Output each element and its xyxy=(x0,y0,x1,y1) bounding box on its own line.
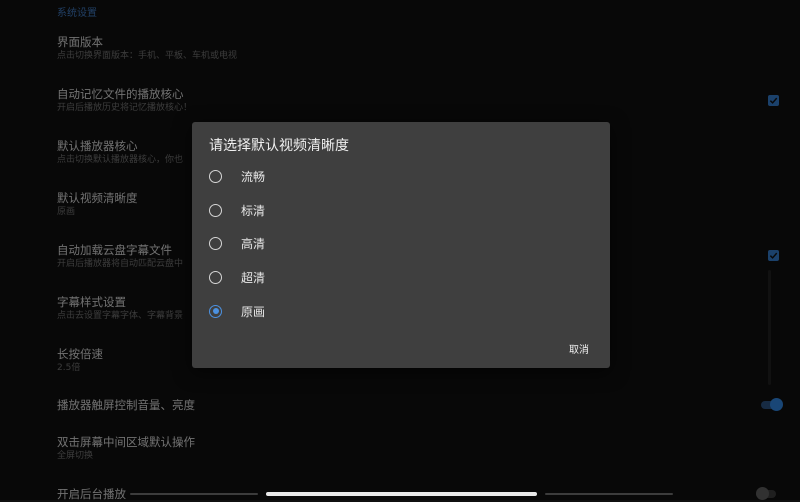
radio-button[interactable] xyxy=(209,236,222,250)
radio-button-selected[interactable] xyxy=(209,304,222,318)
option-label: 超清 xyxy=(241,270,266,285)
home-indicator[interactable] xyxy=(266,492,537,496)
quality-option-smooth[interactable]: 流畅 xyxy=(209,161,599,191)
dialog-title: 请选择默认视频清晰度 xyxy=(209,138,349,154)
option-label: 原画 xyxy=(241,304,266,319)
radio-button[interactable] xyxy=(209,270,222,284)
quality-dialog: 请选择默认视频清晰度 流畅 标清 高清 超清 原画 取消 xyxy=(192,122,610,368)
option-label: 高清 xyxy=(241,236,266,251)
quality-option-hd[interactable]: 高清 xyxy=(209,228,599,258)
option-label: 流畅 xyxy=(241,169,266,184)
cancel-button[interactable]: 取消 xyxy=(569,341,589,356)
quality-option-fhd[interactable]: 超清 xyxy=(209,262,599,292)
bottom-bar-left xyxy=(130,493,258,495)
option-label: 标清 xyxy=(241,203,266,218)
bottom-bar-right xyxy=(545,493,673,495)
quality-option-sd[interactable]: 标清 xyxy=(209,195,599,225)
radio-button[interactable] xyxy=(209,203,222,217)
radio-button[interactable] xyxy=(209,169,222,183)
quality-option-original[interactable]: 原画 xyxy=(209,296,599,326)
